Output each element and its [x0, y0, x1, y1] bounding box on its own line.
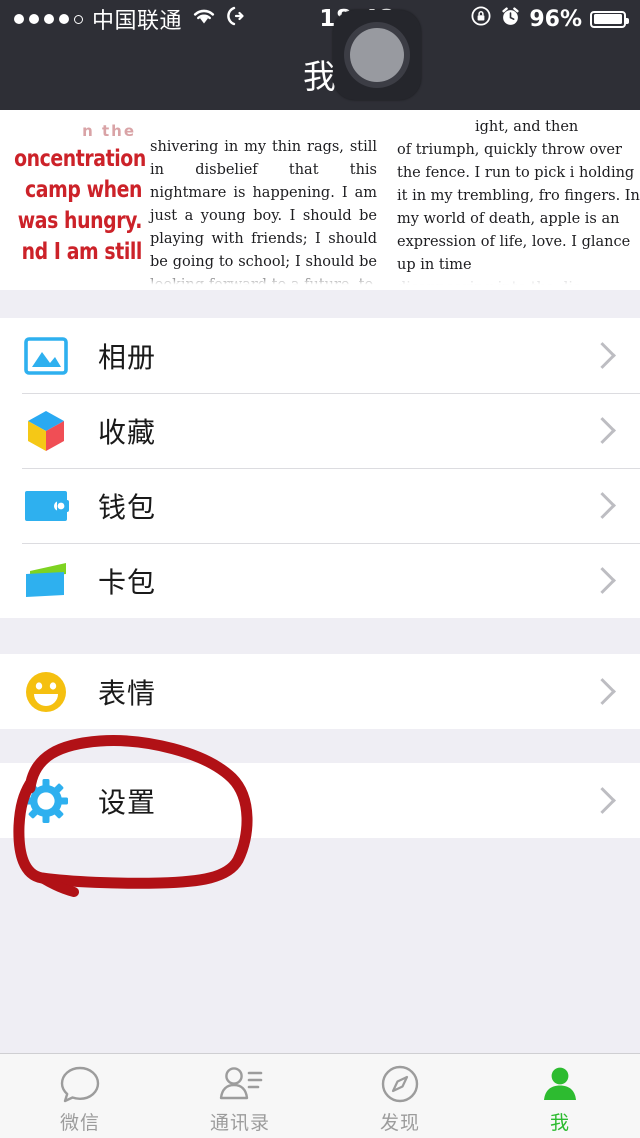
carrier-name: 中国联通 — [92, 9, 183, 34]
banner-right-column: ight, and then of triumph, quickly throw… — [387, 116, 640, 290]
menu-label-favorites: 收藏 — [98, 415, 157, 449]
assistive-touch-ring — [344, 22, 410, 88]
wifi-icon — [191, 6, 217, 32]
bottom-tab-bar: 微信 通讯录 发现 我 — [0, 1053, 640, 1138]
menu-row-cards[interactable]: 卡包 — [0, 543, 640, 618]
pull-quote-line-1: oncentration — [14, 146, 146, 172]
nav-bar: 我 — [0, 38, 640, 110]
card-holder-icon — [22, 557, 70, 605]
signal-strength-dots — [14, 14, 83, 24]
location-arrow-icon — [226, 5, 244, 33]
status-bar: 中国联通 18:48 — [0, 0, 640, 38]
emoji-smiley-icon — [22, 668, 70, 716]
banner-pull-quote: n the oncentration camp when was hungry.… — [0, 114, 146, 290]
menu-label-settings: 设置 — [98, 785, 157, 819]
chevron-right-icon — [589, 492, 616, 519]
menu-row-wallet[interactable]: 钱包 — [0, 468, 640, 543]
assistive-touch-core — [350, 28, 404, 82]
tab-label-contacts: 通讯录 — [209, 1111, 270, 1134]
pull-quote-line-3: was hungry. — [17, 208, 143, 234]
alarm-clock-icon — [500, 6, 521, 33]
menu-label-emoji: 表情 — [98, 676, 157, 710]
menu-label-cards: 卡包 — [98, 565, 157, 599]
menu-label-album: 相册 — [98, 340, 157, 374]
tab-label-wechat: 微信 — [59, 1111, 100, 1134]
banner-bottom-fade — [0, 272, 640, 290]
chevron-right-icon — [589, 678, 616, 705]
assistive-touch-button[interactable] — [333, 10, 421, 100]
status-bar-left: 中国联通 — [14, 3, 244, 35]
chevron-right-icon — [589, 342, 616, 369]
tab-label-discover: 发现 — [379, 1111, 420, 1134]
chevron-right-icon — [589, 567, 616, 594]
article-banner-image: n the oncentration camp when was hungry.… — [0, 110, 640, 290]
section-gap-settings — [0, 729, 640, 763]
favorites-cube-icon — [22, 407, 70, 455]
section-gap-middle — [0, 618, 640, 654]
rotation-lock-icon — [470, 5, 492, 33]
menu-label-wallet: 钱包 — [98, 490, 157, 524]
banner-faint-top: n the — [82, 122, 136, 140]
banner-middle-text: shivering in my thin rags, still in disb… — [150, 139, 377, 290]
wallet-icon — [22, 482, 70, 530]
pull-quote-line-4: nd I am still — [21, 239, 143, 265]
menu-section-2: 表情 — [0, 654, 640, 729]
menu-row-emoji[interactable]: 表情 — [0, 654, 640, 729]
pull-quote-line-2: camp when — [24, 177, 142, 203]
photo-album-icon — [22, 332, 70, 380]
chevron-right-icon — [589, 787, 616, 814]
status-bar-right: 96% — [470, 5, 629, 33]
battery-full-icon — [590, 10, 629, 28]
banner-right-text: of triumph, quickly throw over the fence… — [397, 142, 640, 273]
tab-wechat[interactable]: 微信 — [0, 1054, 160, 1138]
banner-middle-column: shivering in my thin rags, still in disb… — [142, 136, 387, 290]
chevron-right-icon — [589, 417, 616, 444]
person-me-icon — [539, 1064, 581, 1104]
tab-label-me: 我 — [549, 1111, 570, 1134]
menu-row-settings[interactable]: 设置 — [0, 763, 640, 838]
menu-row-album[interactable]: 相册 — [0, 318, 640, 393]
page-title: 我 — [303, 57, 337, 96]
tab-me[interactable]: 我 — [480, 1054, 640, 1138]
chat-bubble-icon — [59, 1064, 101, 1104]
settings-gear-icon — [22, 777, 70, 825]
phone-screen: 中国联通 18:48 — [0, 0, 640, 1138]
menu-section-3: 设置 — [0, 763, 640, 838]
battery-percentage: 96% — [529, 6, 582, 32]
banner-right-top: ight, and then — [475, 119, 579, 135]
menu-section-1: 相册 收藏 钱包 卡包 — [0, 318, 640, 618]
compass-discover-icon — [380, 1064, 420, 1104]
section-gap-top — [0, 290, 640, 318]
tab-discover[interactable]: 发现 — [320, 1054, 480, 1138]
contacts-icon — [217, 1064, 263, 1104]
tab-contacts[interactable]: 通讯录 — [160, 1054, 320, 1138]
menu-row-favorites[interactable]: 收藏 — [0, 393, 640, 468]
